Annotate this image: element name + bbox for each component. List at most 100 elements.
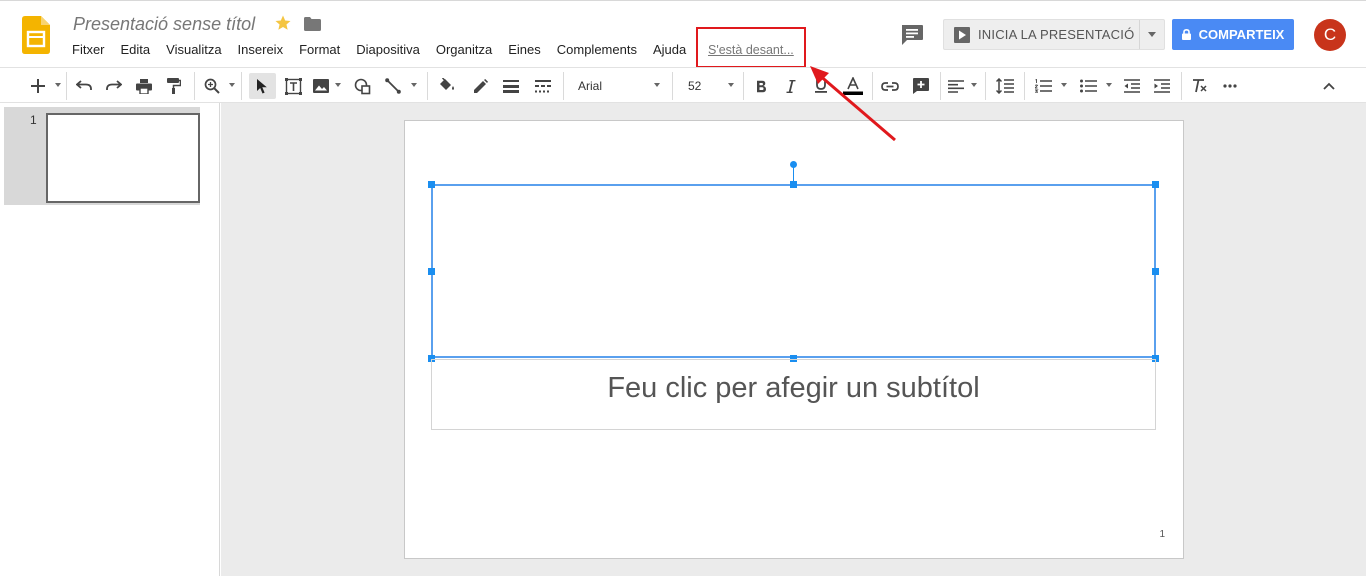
resize-handle-right[interactable] bbox=[1152, 268, 1159, 275]
app-header: Presentació sense títol Fitxer Edita Vis… bbox=[0, 0, 1366, 68]
star-icon[interactable] bbox=[274, 14, 292, 32]
comments-icon[interactable] bbox=[900, 24, 924, 46]
title-placeholder-box[interactable] bbox=[431, 184, 1156, 358]
font-family-select[interactable]: Arial bbox=[571, 73, 661, 99]
align-dropdown[interactable] bbox=[971, 83, 977, 87]
decrease-indent-button[interactable] bbox=[1121, 73, 1143, 99]
numbered-list-dropdown[interactable] bbox=[1061, 83, 1067, 87]
menu-addons[interactable]: Complements bbox=[549, 41, 645, 59]
present-button-label: INICIA LA PRESENTACIÓ bbox=[978, 27, 1135, 42]
insert-comment-button[interactable] bbox=[910, 73, 932, 99]
bulleted-list-dropdown[interactable] bbox=[1106, 83, 1112, 87]
text-box-icon bbox=[284, 77, 302, 95]
paint-bucket-icon bbox=[439, 78, 454, 90]
slide-thumbnail-number: 1 bbox=[30, 113, 37, 127]
menu-view[interactable]: Visualitza bbox=[158, 41, 229, 59]
italic-icon bbox=[786, 79, 796, 93]
slide-thumbnail-item[interactable]: 1 bbox=[4, 107, 200, 205]
toolbar: Arial 52 bbox=[0, 67, 1366, 103]
line-spacing-button[interactable] bbox=[994, 73, 1016, 99]
redo-button[interactable] bbox=[103, 73, 125, 99]
clear-formatting-button[interactable] bbox=[1189, 73, 1211, 99]
resize-handle-left[interactable] bbox=[428, 268, 435, 275]
font-family-value: Arial bbox=[578, 79, 603, 93]
menu-bar: Fitxer Edita Visualitza Insereix Format … bbox=[64, 41, 694, 59]
paint-roller-icon bbox=[167, 78, 181, 94]
line-dropdown[interactable] bbox=[411, 83, 417, 87]
zoom-dropdown[interactable] bbox=[229, 83, 235, 87]
menu-help[interactable]: Ajuda bbox=[645, 41, 694, 59]
subtitle-placeholder-box[interactable]: Feu clic per afegir un subtítol bbox=[431, 359, 1156, 430]
decrease-indent-icon bbox=[1124, 79, 1140, 93]
line-button[interactable] bbox=[382, 73, 404, 99]
line-icon bbox=[385, 78, 401, 94]
slide-page-number: 1 bbox=[1159, 529, 1165, 540]
chevron-up-icon bbox=[1323, 82, 1335, 90]
menu-format[interactable]: Format bbox=[291, 41, 348, 59]
zoom-button[interactable] bbox=[201, 73, 223, 99]
present-options-dropdown[interactable] bbox=[1140, 20, 1164, 49]
cursor-arrow-icon bbox=[257, 78, 267, 93]
align-button[interactable] bbox=[945, 73, 967, 99]
plus-icon bbox=[31, 79, 45, 93]
collapse-menus-button[interactable] bbox=[1318, 73, 1340, 99]
folder-icon[interactable] bbox=[304, 17, 321, 31]
insert-image-button[interactable] bbox=[310, 73, 332, 99]
border-weight-button[interactable] bbox=[500, 73, 522, 99]
bulleted-list-button[interactable] bbox=[1077, 73, 1099, 99]
font-family-dropdown-arrow[interactable] bbox=[654, 83, 660, 87]
redo-icon bbox=[106, 80, 122, 90]
menu-file[interactable]: Fitxer bbox=[64, 41, 113, 59]
slide-editor-canvas: Feu clic per afegir un subtítol 1 bbox=[221, 103, 1366, 576]
border-dash-button[interactable] bbox=[532, 73, 554, 99]
add-comment-icon bbox=[913, 78, 929, 94]
select-tool-button[interactable] bbox=[249, 73, 276, 99]
font-size-value: 52 bbox=[688, 79, 702, 93]
print-button[interactable] bbox=[133, 73, 155, 99]
resize-handle-top-right[interactable] bbox=[1152, 181, 1159, 188]
slides-logo-icon[interactable] bbox=[22, 16, 50, 54]
rotation-handle[interactable] bbox=[790, 161, 797, 168]
share-button[interactable]: COMPARTEIX bbox=[1172, 19, 1294, 50]
menu-edit[interactable]: Edita bbox=[113, 41, 159, 59]
undo-button[interactable] bbox=[73, 73, 95, 99]
font-size-dropdown-arrow[interactable] bbox=[728, 83, 734, 87]
fill-color-button[interactable] bbox=[436, 73, 458, 99]
increase-indent-button[interactable] bbox=[1151, 73, 1173, 99]
bold-icon bbox=[756, 80, 766, 92]
share-button-label: COMPARTEIX bbox=[1198, 27, 1285, 42]
bulleted-list-icon bbox=[1079, 79, 1097, 93]
new-slide-layout-dropdown[interactable] bbox=[55, 83, 61, 87]
increase-indent-icon bbox=[1154, 79, 1170, 93]
annotation-highlight-box bbox=[696, 27, 806, 68]
shape-button[interactable] bbox=[351, 73, 373, 99]
more-options-button[interactable] bbox=[1219, 73, 1241, 99]
text-box-button[interactable] bbox=[281, 73, 305, 99]
print-icon bbox=[136, 78, 152, 94]
insert-image-dropdown[interactable] bbox=[335, 83, 341, 87]
clear-formatting-icon bbox=[1193, 79, 1207, 93]
menu-tools[interactable]: Eines bbox=[500, 41, 549, 59]
border-color-button[interactable] bbox=[469, 73, 491, 99]
paint-format-button[interactable] bbox=[163, 73, 185, 99]
menu-slide[interactable]: Diapositiva bbox=[348, 41, 428, 59]
menu-arrange[interactable]: Organitza bbox=[428, 41, 500, 59]
align-left-icon bbox=[948, 79, 964, 93]
new-slide-button[interactable] bbox=[27, 73, 49, 99]
document-title[interactable]: Presentació sense títol bbox=[73, 14, 255, 35]
resize-handle-top[interactable] bbox=[790, 181, 797, 188]
account-avatar[interactable]: C bbox=[1314, 19, 1346, 51]
more-horizontal-icon bbox=[1223, 84, 1237, 88]
numbered-list-button[interactable] bbox=[1032, 73, 1054, 99]
annotation-arrow bbox=[810, 66, 896, 142]
slide-filmstrip: 1 bbox=[0, 103, 220, 576]
slide-thumbnail[interactable] bbox=[46, 113, 200, 203]
menu-insert[interactable]: Insereix bbox=[230, 41, 292, 59]
present-button-group: INICIA LA PRESENTACIÓ bbox=[943, 19, 1165, 50]
italic-button[interactable] bbox=[781, 73, 801, 99]
line-spacing-icon bbox=[996, 78, 1014, 94]
slide[interactable]: Feu clic per afegir un subtítol 1 bbox=[404, 120, 1184, 559]
resize-handle-top-left[interactable] bbox=[428, 181, 435, 188]
start-presentation-button[interactable]: INICIA LA PRESENTACIÓ bbox=[944, 20, 1141, 49]
bold-button[interactable] bbox=[751, 73, 771, 99]
